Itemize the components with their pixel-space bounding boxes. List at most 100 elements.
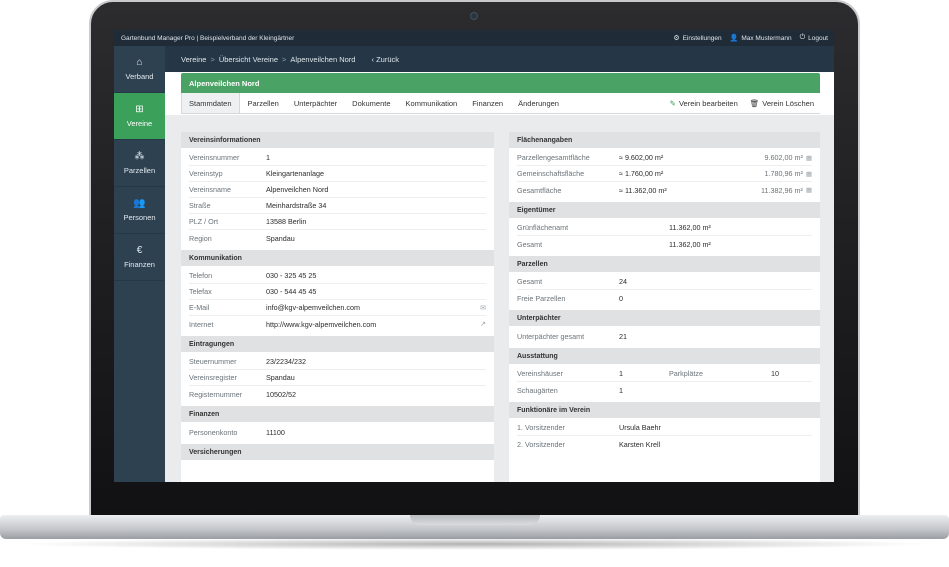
- tab-aenderungen[interactable]: Änderungen: [511, 93, 566, 113]
- field-value: 13588 Berlin: [266, 217, 307, 226]
- parzellen-rows: Gesamt 24 Freie Parzellen 0: [509, 272, 820, 310]
- right-panel: Flächenangaben Parzellengesamtfläche ≈ 9.…: [509, 132, 820, 482]
- field-label: Telefax: [189, 287, 212, 296]
- field-label: 2. Vorsitzender: [517, 439, 565, 449]
- user-menu[interactable]: 👤 Max Mustermann: [730, 34, 792, 43]
- sidebar-item-label: Personen: [123, 212, 156, 222]
- sidebar-item-verband[interactable]: ⌂ Verband: [114, 46, 165, 93]
- calculator-icon[interactable]: ▦: [806, 170, 812, 178]
- field-value: Kleingartenanlage: [266, 169, 324, 178]
- field-label: Gemeinschaftsfläche: [517, 169, 585, 178]
- field-value: 030 - 325 45 25: [266, 271, 317, 280]
- section-header: Funktionäre im Verein: [509, 402, 820, 418]
- tab-kommunikation[interactable]: Kommunikation: [399, 93, 465, 113]
- settings-link[interactable]: ⚙ Einstellungen: [673, 34, 722, 43]
- external-link-icon[interactable]: ↗: [480, 320, 486, 328]
- breadcrumb-vereine[interactable]: Vereine: [181, 55, 206, 64]
- table-row: Grünflächenamt 11.362,00 m²: [517, 220, 812, 236]
- breadcrumb-separator: >: [210, 54, 215, 64]
- back-button[interactable]: ‹ Zurück: [371, 55, 399, 64]
- tab-dokumente[interactable]: Dokumente: [345, 93, 397, 113]
- field-label: E-Mail: [189, 303, 210, 312]
- table-row: Unterpächter gesamt 21: [517, 328, 812, 344]
- tab-spacer: [567, 93, 664, 113]
- section-header: Flächenangaben: [509, 132, 820, 148]
- field-value: ≈ 9.602,00 m²: [619, 153, 664, 162]
- eintragungen-rows: Steuernummer 23/2234/232 Vereinsregister S…: [181, 352, 494, 406]
- field-value: 030 - 544 45 45: [266, 287, 317, 296]
- settings-label: Einstellungen: [682, 34, 722, 42]
- app-title: Gartenbund Manager Pro | Beispielverband…: [121, 34, 295, 42]
- tab-bar: Stammdaten Parzellen Unterpächter Dokume…: [181, 93, 820, 114]
- table-row: Vereinstyp Kleingartenanlage: [189, 166, 486, 182]
- tab-stammdaten[interactable]: Stammdaten: [181, 93, 240, 113]
- field-value: 11.362,00 m²: [669, 239, 711, 249]
- calculated-value: 1.780,96 m²: [764, 169, 803, 178]
- table-row: 1. Vorsitzender Ursula Baehr: [517, 420, 812, 436]
- sidebar-item-vereine[interactable]: ⊞ Vereine: [114, 93, 165, 140]
- tab-finanzen[interactable]: Finanzen: [465, 93, 510, 113]
- table-row: Steuernummer 23/2234/232: [189, 354, 486, 370]
- back-label: Zurück: [376, 54, 399, 64]
- field-value: Ursula Baehr: [619, 423, 661, 432]
- ausstattung-rows: Vereinshäuser 1 Parkplätze 10 Schaugärten 1: [509, 364, 820, 402]
- page-title: Alpenveilchen Nord: [181, 73, 820, 93]
- calculator-icon[interactable]: ▦: [806, 154, 812, 162]
- field-value: 1: [619, 369, 623, 378]
- section-header: Versicherungen: [181, 444, 494, 460]
- breadcrumb-separator: >: [282, 54, 287, 64]
- table-row: Straße Meinhardstraße 34: [189, 198, 486, 214]
- breadcrumb-uebersicht[interactable]: Übersicht Vereine: [219, 55, 278, 64]
- euro-icon: €: [136, 244, 143, 256]
- field-label: Steuernummer: [189, 357, 237, 366]
- table-row: Region Spandau: [189, 230, 486, 246]
- users-icon: 👥: [133, 197, 146, 209]
- sidebar-item-label: Finanzen: [124, 259, 155, 269]
- table-row: Registernummer 10502/52: [189, 386, 486, 402]
- webcam-icon: [470, 12, 478, 20]
- table-row: Vereinsname Alpenveilchen Nord: [189, 182, 486, 198]
- field-value: 23/2234/232: [266, 357, 306, 366]
- field-label: Freie Parzellen: [517, 293, 566, 303]
- logout-link[interactable]: ⏻ Logout: [800, 34, 828, 42]
- sidebar-item-personen[interactable]: 👥 Personen: [114, 187, 165, 234]
- field-label: Vereinsnummer: [189, 153, 240, 162]
- edit-club-button[interactable]: ✎ Verein bearbeiten: [664, 93, 744, 113]
- edit-club-label: Verein bearbeiten: [678, 98, 738, 108]
- field-label: Schaugärten: [517, 385, 558, 395]
- calculated-value: 9.602,00 m²: [764, 153, 803, 162]
- field-value: 0: [619, 293, 623, 303]
- user-name: Max Mustermann: [741, 34, 792, 42]
- field-value: 24: [619, 277, 627, 286]
- website-link[interactable]: http://www.kgv-alpemveilchen.com: [266, 320, 476, 329]
- envelope-icon[interactable]: ✉: [480, 304, 486, 312]
- funktionaere-rows: 1. Vorsitzender Ursula Baehr 2. Vorsitzen…: [509, 418, 820, 456]
- cubes-icon: ⁂: [134, 150, 145, 162]
- field-label: Region: [189, 233, 212, 243]
- sidebar-item-finanzen[interactable]: € Finanzen: [114, 234, 165, 281]
- field-value: ≈ 11.362,00 m²: [619, 185, 667, 195]
- sitemap-icon: ⊞: [135, 103, 144, 115]
- field-label: Personenkonto: [189, 427, 238, 437]
- laptop-shadow: [14, 538, 935, 550]
- content-area: Vereinsinformationen Vereinsnummer 1 Vere…: [165, 115, 834, 482]
- delete-club-button[interactable]: 🗑 Verein Löschen: [744, 93, 820, 113]
- table-row: Freie Parzellen 0: [517, 290, 812, 306]
- email-link[interactable]: info@kgv-alpemveilchen.com: [266, 303, 476, 312]
- field-value: Meinhardstraße 34: [266, 201, 327, 210]
- field-value: 10502/52: [266, 389, 296, 399]
- calculated-value: 11.382,96 m²: [761, 185, 803, 195]
- section-header: Parzellen: [509, 256, 820, 272]
- field-label: Vereinsregister: [189, 373, 237, 382]
- field-label: Unterpächter gesamt: [517, 331, 585, 341]
- calculator-icon[interactable]: ▦: [806, 186, 812, 194]
- tab-parzellen[interactable]: Parzellen: [241, 93, 286, 113]
- sidebar-item-parzellen[interactable]: ⁂ Parzellen: [114, 140, 165, 187]
- table-row: Vereinsregister Spandau: [189, 370, 486, 386]
- field-value: 10: [771, 369, 779, 378]
- field-label: Gesamt: [517, 239, 543, 249]
- field-label: Grünflächenamt: [517, 223, 569, 232]
- tab-unterpaechter[interactable]: Unterpächter: [287, 93, 344, 113]
- flaechen-rows: Parzellengesamtfläche ≈ 9.602,00 m² 9.602,…: [509, 148, 820, 202]
- field-value: ≈ 1.760,00 m²: [619, 169, 664, 178]
